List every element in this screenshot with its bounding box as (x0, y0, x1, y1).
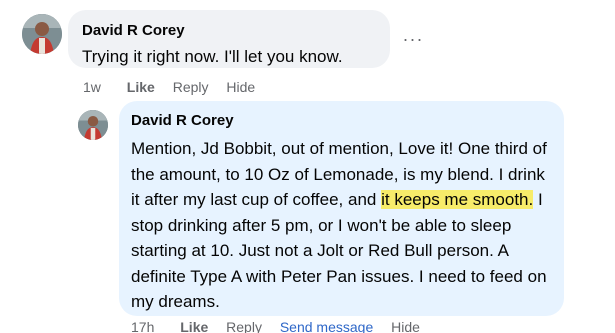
send-message-button[interactable]: Send message (280, 319, 373, 333)
comment-thread: David R Corey Trying it right now. I'll … (0, 0, 615, 333)
hide-button[interactable]: Hide (391, 319, 420, 333)
avatar[interactable] (22, 14, 62, 54)
comment-actions: 17h Like Reply Send message Hide (131, 318, 434, 333)
comment-text: Mention, Jd Bobbit, out of mention, Love… (131, 136, 552, 315)
comment-actions: 1w Like Reply Hide (83, 78, 269, 96)
comment-timestamp[interactable]: 1w (83, 79, 101, 95)
comment-text: Trying it right now. I'll let you know. (82, 47, 343, 66)
hide-button[interactable]: Hide (226, 79, 255, 95)
comment-author[interactable]: David R Corey (131, 112, 234, 130)
reply-button[interactable]: Reply (173, 79, 209, 95)
highlighted-text: it keeps me smooth. (381, 190, 534, 209)
like-button[interactable]: Like (180, 319, 208, 333)
comment-author[interactable]: David R Corey (82, 22, 185, 40)
avatar[interactable] (78, 110, 108, 140)
reply-button[interactable]: Reply (226, 319, 262, 333)
like-button[interactable]: Like (127, 79, 155, 95)
avatar-photo-icon (22, 14, 62, 54)
comment-bubble: David R Corey Mention, Jd Bobbit, out of… (119, 101, 564, 316)
comment-bubble: David R Corey Trying it right now. I'll … (68, 10, 390, 68)
comment-timestamp[interactable]: 17h (131, 319, 154, 333)
more-options-button[interactable]: ··· (398, 29, 428, 49)
avatar-photo-icon (78, 110, 108, 140)
